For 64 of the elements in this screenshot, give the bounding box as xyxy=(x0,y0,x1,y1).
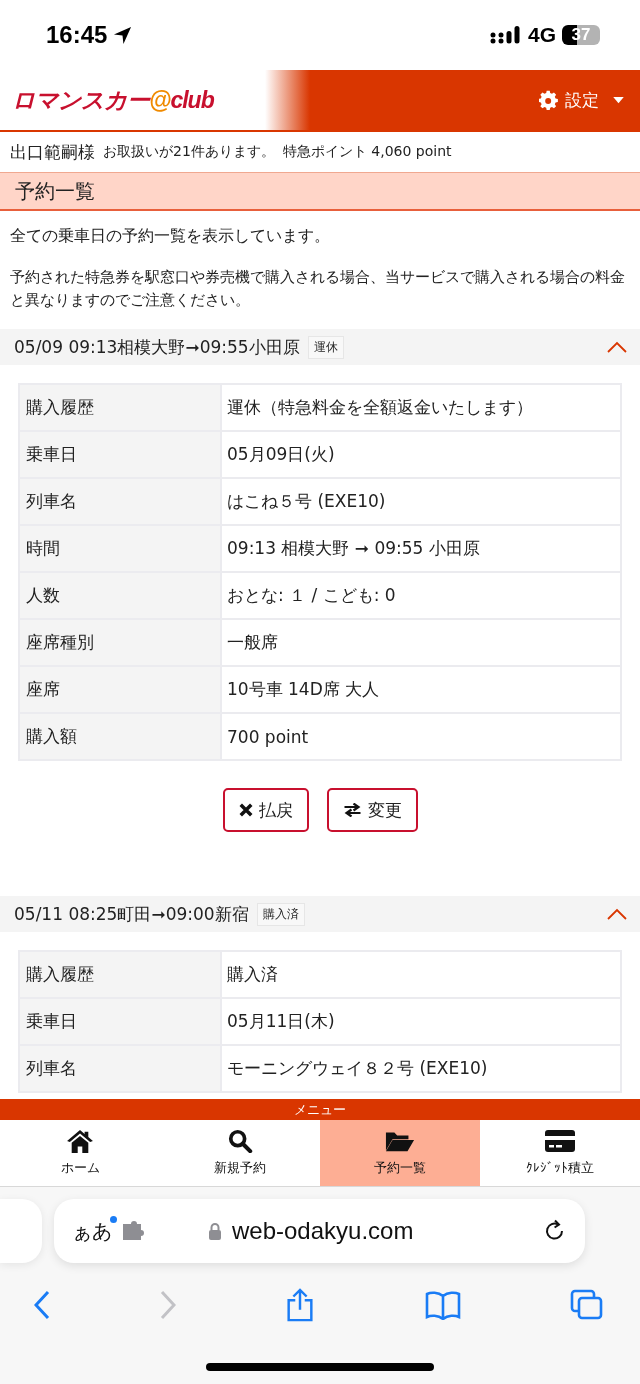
home-icon xyxy=(65,1129,95,1153)
chevron-up-icon xyxy=(607,341,627,353)
table-cell: 一般席 xyxy=(222,620,620,665)
logo-text: ロマンスカー xyxy=(12,86,149,113)
network-label: 4G xyxy=(528,23,556,47)
table-cell: 列車名 xyxy=(20,479,220,524)
text-size-button[interactable]: ぁあ xyxy=(72,1217,116,1245)
table-cell: 座席種別 xyxy=(20,620,220,665)
user-name: 出口範嗣様 xyxy=(10,140,95,164)
reservation-title: 05/11 08:25町田➞09:00新宿 xyxy=(14,902,249,926)
back-icon[interactable] xyxy=(34,1290,50,1320)
table-cell: 時間 xyxy=(20,526,220,571)
credit-card-icon xyxy=(545,1129,575,1153)
table-cell: 乗車日 xyxy=(20,999,220,1044)
swap-arrows-icon xyxy=(342,803,362,817)
notification-dot xyxy=(110,1215,117,1223)
status-tag: 購入済 xyxy=(256,902,305,926)
table-cell: 700 point xyxy=(222,714,620,759)
puzzle-icon[interactable] xyxy=(122,1221,146,1241)
address-bar[interactable]: ぁあ web-odakyu.com xyxy=(54,1199,585,1263)
url-text: web-odakyu.com xyxy=(232,1217,414,1245)
table-cell: 運休（特急料金を全額返金いたします） xyxy=(222,385,620,430)
share-icon[interactable] xyxy=(285,1288,315,1322)
location-arrow-icon xyxy=(113,25,133,45)
caret-icon xyxy=(613,96,624,104)
clock-time: 16:45 xyxy=(46,21,108,49)
tabs-icon[interactable] xyxy=(570,1289,604,1321)
table-cell: 購入済 xyxy=(222,952,620,997)
table-cell: 購入額 xyxy=(20,714,220,759)
page-title: 予約一覧 xyxy=(0,172,640,211)
points-balance: 特急ポイント 4,060 point xyxy=(282,143,452,161)
table-cell: はこね５号 (EXE10) xyxy=(222,479,620,524)
table-cell: 05月09日(火) xyxy=(222,432,620,477)
table-cell: 05月11日(木) xyxy=(222,999,620,1044)
table-cell: おとな: １ / こども: 0 xyxy=(222,573,620,618)
change-button[interactable]: 変更 xyxy=(326,788,418,832)
reservation-count: お取扱いが21件あります。 xyxy=(103,143,275,161)
reservation-header[interactable]: 05/11 08:25町田➞09:00新宿 購入済 xyxy=(0,896,640,932)
table-cell: 乗車日 xyxy=(20,432,220,477)
table-cell: 列車名 xyxy=(20,1046,220,1091)
reservation-header[interactable]: 05/09 09:13相模大野➞09:55小田原 運休 xyxy=(0,329,640,365)
table-cell: 座席 xyxy=(20,667,220,712)
table-cell: 人数 xyxy=(20,573,220,618)
refund-button[interactable]: 払戻 xyxy=(222,788,309,832)
logo-text: club xyxy=(170,86,214,113)
table-cell: 10号車 14D席 大人 xyxy=(222,667,620,712)
settings-icon xyxy=(539,89,559,111)
close-icon xyxy=(238,803,253,817)
table-cell: 購入履歴 xyxy=(20,385,220,430)
reservation-title: 05/09 09:13相模大野➞09:55小田原 xyxy=(14,335,300,359)
intro-text: 全ての乗車日の予約一覧を表示しています。 xyxy=(10,225,331,247)
status-tag: 運休 xyxy=(307,335,344,359)
signal-icon xyxy=(490,25,522,45)
chevron-up-icon xyxy=(607,908,627,920)
logo-text: @ xyxy=(149,86,171,113)
table-cell: 09:13 相模大野 ➞ 09:55 小田原 xyxy=(222,526,620,571)
nav-tab[interactable]: 予約一覧 xyxy=(320,1120,480,1186)
table-cell: モーニングウェイ８２号 (EXE10) xyxy=(222,1046,620,1091)
book-icon[interactable] xyxy=(424,1290,461,1320)
table-cell: 購入履歴 xyxy=(20,952,220,997)
notice-text: 予約された特急券を駅窓口や券売機で購入される場合、当サービスで購入される場合の料金と異なりますのでご注意ください。 xyxy=(10,267,626,310)
lock-icon xyxy=(208,1222,222,1240)
menu-label: メニュー xyxy=(294,1100,346,1119)
settings-menu-button[interactable]: 設定 xyxy=(535,84,628,116)
